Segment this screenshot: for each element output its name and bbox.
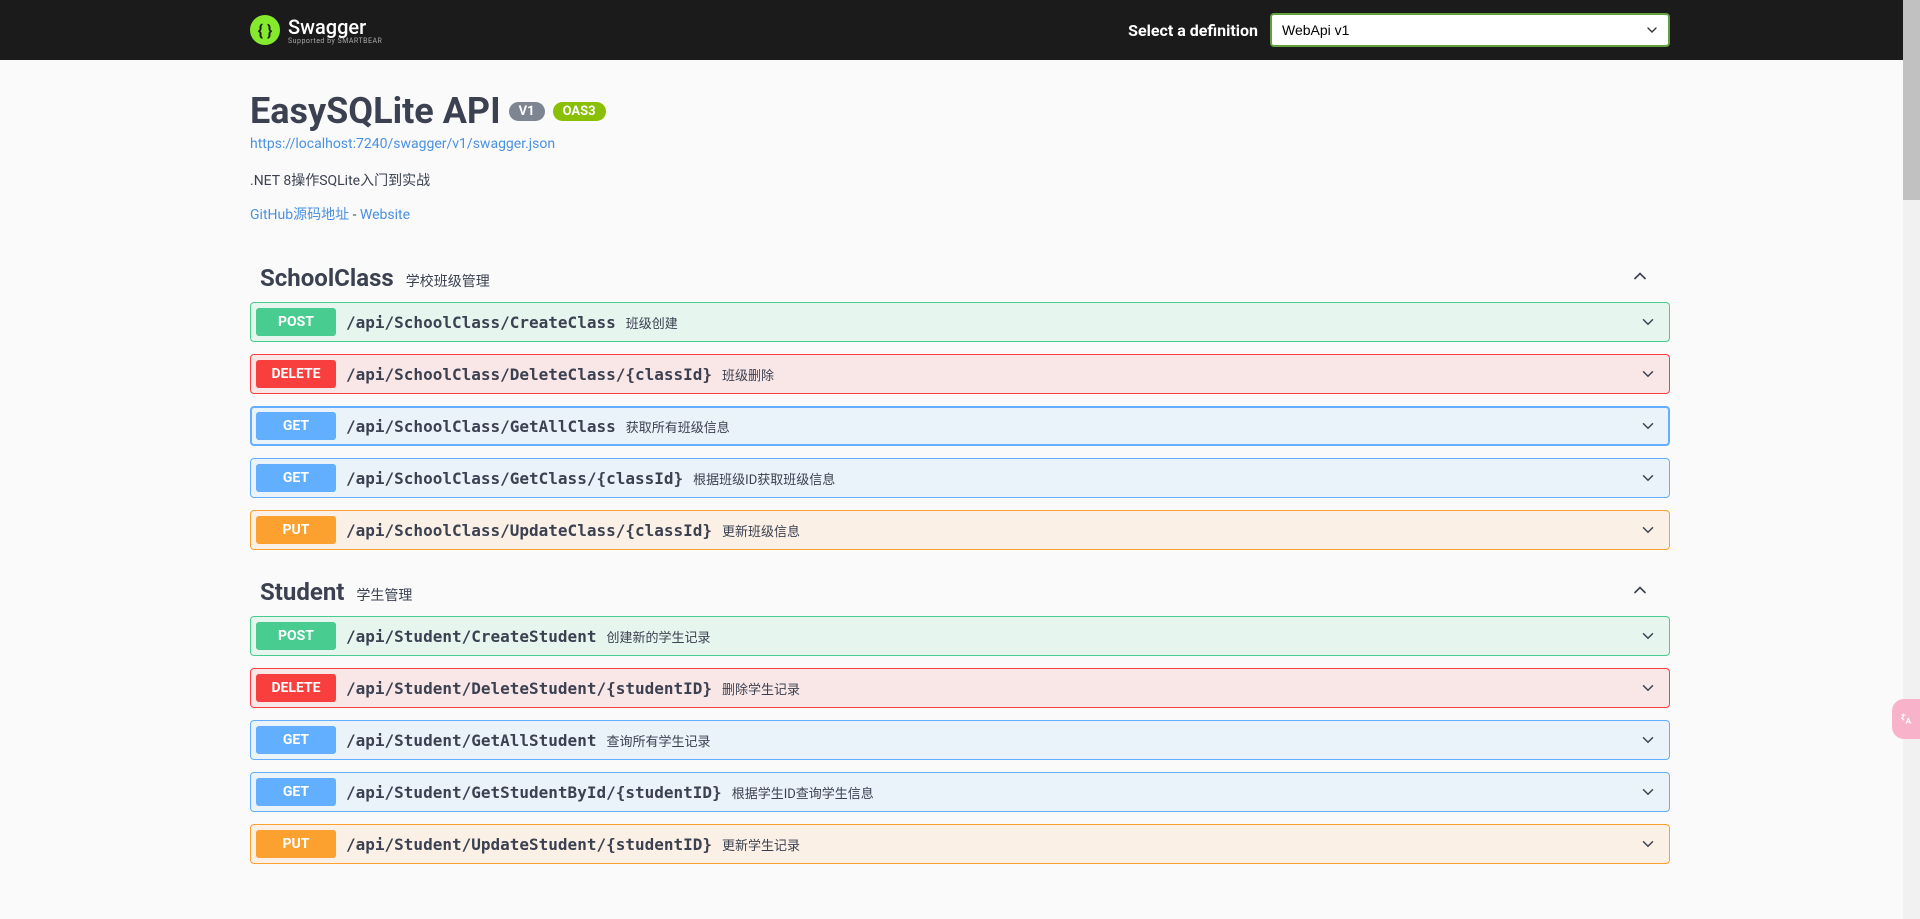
- operation-row[interactable]: PUT/api/Student/UpdateStudent/{studentID…: [250, 824, 1670, 864]
- method-badge-get: GET: [256, 464, 336, 492]
- tag-section-student: Student 学生管理 POST/api/Student/CreateStuden…: [250, 568, 1670, 864]
- logo-text: Swagger: [288, 15, 382, 39]
- operation-path: /api/Student/GetAllStudent: [346, 731, 596, 750]
- api-title: EasySQLite API: [250, 90, 501, 132]
- tag-header[interactable]: Student 学生管理: [250, 568, 1670, 616]
- method-badge-post: POST: [256, 622, 336, 650]
- api-description: .NET 8操作SQLite入门到实战: [250, 170, 1670, 190]
- operation-summary: 更新班级信息: [722, 521, 1638, 540]
- operation-summary: 获取所有班级信息: [626, 417, 1638, 436]
- definition-select-wrap: Select a definition WebApi v1: [1128, 13, 1670, 47]
- chevron-up-icon: [1630, 266, 1650, 290]
- github-link[interactable]: GitHub源码地址: [250, 207, 349, 223]
- chevron-down-icon: [1638, 312, 1658, 332]
- chevron-down-icon: [1638, 520, 1658, 540]
- tags-container: SchoolClass 学校班级管理 POST/api/SchoolClass/Cr…: [250, 254, 1670, 864]
- topbar-inner: { } Swagger Supported by SMARTBEAR Selec…: [230, 13, 1690, 47]
- operation-row[interactable]: GET/api/Student/GetAllStudent 查询所有学生记录: [250, 720, 1670, 760]
- operation-summary: 根据班级ID获取班级信息: [693, 469, 1638, 488]
- chevron-down-icon: [1638, 730, 1658, 750]
- operation-row[interactable]: GET/api/Student/GetStudentById/{studentI…: [250, 772, 1670, 812]
- chevron-down-icon: [1638, 626, 1658, 646]
- operation-path: /api/SchoolClass/GetAllClass: [346, 417, 616, 436]
- method-badge-delete: DELETE: [256, 674, 336, 702]
- tag-header-left: Student 学生管理: [260, 578, 412, 606]
- operation-path: /api/Student/CreateStudent: [346, 627, 596, 646]
- method-badge-get: GET: [256, 412, 336, 440]
- method-badge-get: GET: [256, 778, 336, 806]
- chevron-up-icon: [1630, 580, 1650, 604]
- operation-summary: 查询所有学生记录: [606, 731, 1638, 750]
- definition-label: Select a definition: [1128, 21, 1258, 40]
- method-badge-post: POST: [256, 308, 336, 336]
- method-badge-put: PUT: [256, 830, 336, 858]
- operation-row[interactable]: GET/api/SchoolClass/GetClass/{classId} 根据…: [250, 458, 1670, 498]
- operation-path: /api/SchoolClass/DeleteClass/{classId}: [346, 365, 712, 384]
- method-badge-put: PUT: [256, 516, 336, 544]
- operation-row[interactable]: POST/api/SchoolClass/CreateClass 班级创建: [250, 302, 1670, 342]
- definition-select[interactable]: WebApi v1: [1270, 13, 1670, 47]
- chevron-down-icon: [1638, 416, 1658, 436]
- method-badge-get: GET: [256, 726, 336, 754]
- chevron-down-icon: [1638, 834, 1658, 854]
- operation-row[interactable]: GET/api/SchoolClass/GetAllClass 获取所有班级信息: [250, 406, 1670, 446]
- operation-path: /api/SchoolClass/UpdateClass/{classId}: [346, 521, 712, 540]
- operation-summary: 班级删除: [722, 365, 1638, 384]
- scrollbar-thumb[interactable]: [1903, 0, 1920, 200]
- operations-list: POST/api/Student/CreateStudent 创建新的学生记录 DE…: [250, 616, 1670, 864]
- spec-url-link[interactable]: https://localhost:7240/swagger/v1/swagge…: [250, 136, 555, 152]
- logo-text-block: Swagger Supported by SMARTBEAR: [288, 15, 382, 45]
- operation-path: /api/Student/UpdateStudent/{studentID}: [346, 835, 712, 854]
- chevron-down-icon: [1638, 782, 1658, 802]
- operation-summary: 根据学生ID查询学生信息: [732, 783, 1638, 802]
- operation-summary: 删除学生记录: [722, 679, 1638, 698]
- operation-row[interactable]: DELETE/api/SchoolClass/DeleteClass/{clas…: [250, 354, 1670, 394]
- tag-description: 学校班级管理: [406, 271, 490, 291]
- operation-summary: 创建新的学生记录: [606, 627, 1638, 646]
- tag-header[interactable]: SchoolClass 学校班级管理: [250, 254, 1670, 302]
- swagger-logo-icon: { }: [250, 15, 280, 45]
- oas-badge: OAS3: [553, 102, 606, 121]
- operation-row[interactable]: POST/api/Student/CreateStudent 创建新的学生记录: [250, 616, 1670, 656]
- tag-description: 学生管理: [356, 585, 412, 605]
- chevron-down-icon: [1638, 678, 1658, 698]
- operation-path: /api/Student/GetStudentById/{studentID}: [346, 783, 722, 802]
- main-content: EasySQLite API V1 OAS3 https://localhost…: [230, 60, 1690, 912]
- version-badge: V1: [509, 102, 545, 121]
- link-separator: -: [349, 207, 360, 223]
- operation-path: /api/SchoolClass/CreateClass: [346, 313, 616, 332]
- operation-path: /api/Student/DeleteStudent/{studentID}: [346, 679, 712, 698]
- scrollbar-track[interactable]: [1903, 0, 1920, 919]
- tag-name: SchoolClass: [260, 264, 394, 292]
- tag-name: Student: [260, 578, 344, 606]
- tag-header-left: SchoolClass 学校班级管理: [260, 264, 490, 292]
- tag-section-schoolclass: SchoolClass 学校班级管理 POST/api/SchoolClass/Cr…: [250, 254, 1670, 550]
- method-badge-delete: DELETE: [256, 360, 336, 388]
- logo[interactable]: { } Swagger Supported by SMARTBEAR: [250, 15, 382, 45]
- external-links: GitHub源码地址 - Website: [250, 204, 1670, 224]
- title-row: EasySQLite API V1 OAS3: [250, 90, 1670, 132]
- operation-summary: 更新学生记录: [722, 835, 1638, 854]
- operation-path: /api/SchoolClass/GetClass/{classId}: [346, 469, 683, 488]
- translate-fab-icon[interactable]: [1892, 699, 1920, 739]
- logo-subtext: Supported by SMARTBEAR: [288, 37, 382, 45]
- chevron-down-icon: [1638, 364, 1658, 384]
- topbar: { } Swagger Supported by SMARTBEAR Selec…: [0, 0, 1920, 60]
- operation-row[interactable]: DELETE/api/Student/DeleteStudent/{studen…: [250, 668, 1670, 708]
- website-link[interactable]: Website: [360, 207, 410, 223]
- operation-row[interactable]: PUT/api/SchoolClass/UpdateClass/{classId…: [250, 510, 1670, 550]
- operations-list: POST/api/SchoolClass/CreateClass 班级创建 DELE…: [250, 302, 1670, 550]
- operation-summary: 班级创建: [626, 313, 1638, 332]
- api-info: EasySQLite API V1 OAS3 https://localhost…: [250, 90, 1670, 224]
- chevron-down-icon: [1638, 468, 1658, 488]
